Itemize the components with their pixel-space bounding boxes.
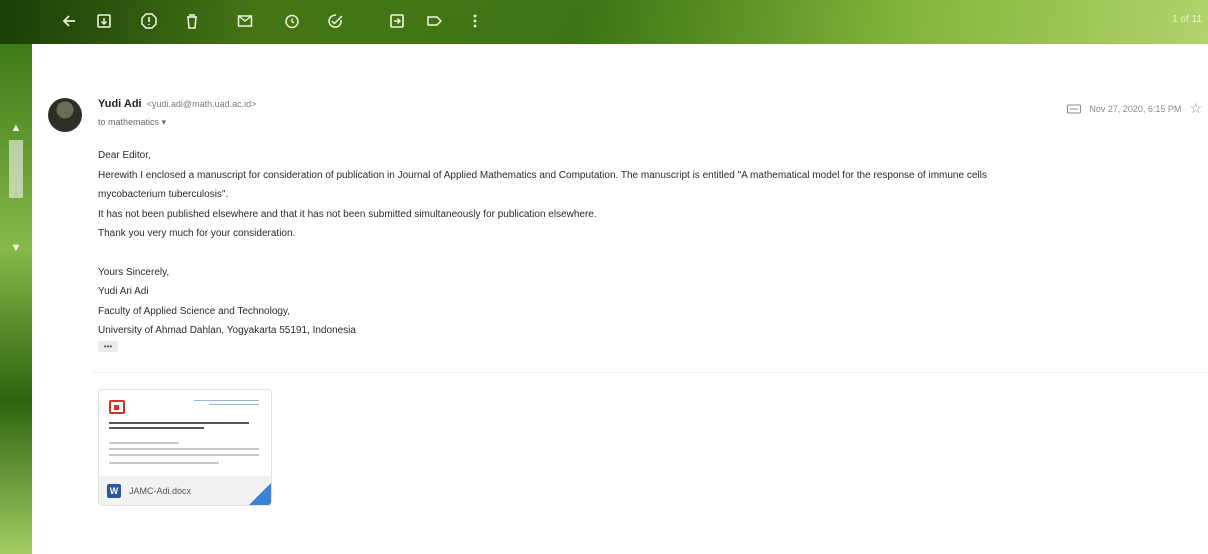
message-meta: Nov 27, 2020, 6:15 PM ☆ bbox=[1067, 100, 1202, 117]
signature-name: Yudi Ari Adi bbox=[98, 286, 149, 297]
labels-icon[interactable] bbox=[425, 12, 443, 30]
attachment-preview bbox=[99, 390, 271, 476]
back-arrow-icon[interactable] bbox=[60, 12, 78, 30]
body-greeting: Dear Editor, bbox=[98, 150, 151, 161]
body-line: Thank you very much for your considerati… bbox=[98, 228, 296, 239]
scroll-down-icon[interactable]: ▼ bbox=[8, 240, 24, 256]
add-task-icon[interactable] bbox=[326, 12, 344, 30]
signature-university: University of Ahmad Dahlan, Yogyakarta 5… bbox=[98, 325, 356, 336]
more-options-icon[interactable] bbox=[466, 12, 484, 30]
preview-line bbox=[109, 448, 259, 450]
message-date: Nov 27, 2020, 6:15 PM bbox=[1089, 103, 1182, 114]
attachment-filename: JAMC-Adi.docx bbox=[129, 486, 192, 496]
body-line: Herewith I enclosed a manuscript for con… bbox=[98, 169, 987, 181]
sender-line: Yudi Adi <yudi.adi@math.uad.ac.id> bbox=[98, 98, 256, 110]
message-body: Dear Editor, Herewith I enclosed a manus… bbox=[98, 146, 1208, 341]
archive-icon[interactable] bbox=[95, 12, 113, 30]
report-spam-icon[interactable] bbox=[140, 12, 158, 30]
recipient-details[interactable]: to mathematics ▾ bbox=[98, 117, 166, 128]
preview-line bbox=[109, 462, 219, 464]
preview-line bbox=[209, 404, 259, 405]
preview-line bbox=[109, 454, 259, 456]
journal-logo-icon bbox=[109, 400, 125, 414]
body-closing: Yours Sincerely, bbox=[98, 266, 170, 278]
left-side-panel: ▲ ▼ bbox=[0, 44, 32, 554]
star-icon[interactable]: ☆ bbox=[1189, 100, 1202, 117]
sender-name[interactable]: Yudi Adi bbox=[98, 98, 142, 110]
attachment-card[interactable]: W JAMC-Adi.docx bbox=[98, 389, 272, 506]
message-pane: Yudi Adi <yudi.adi@math.uad.ac.id> to ma… bbox=[32, 44, 1208, 554]
snooze-icon[interactable] bbox=[283, 12, 301, 30]
scroll-up-icon[interactable]: ▲ bbox=[8, 120, 24, 136]
scrollbar-thumb[interactable] bbox=[9, 140, 23, 198]
delete-icon[interactable] bbox=[183, 12, 201, 30]
sender-email: <yudi.adi@math.uad.ac.id> bbox=[146, 99, 257, 109]
preview-line bbox=[194, 400, 259, 401]
pager-count: 1 of 11 bbox=[1172, 14, 1202, 25]
word-document-icon: W bbox=[107, 484, 121, 498]
divider bbox=[92, 372, 1208, 373]
preview-line bbox=[109, 442, 179, 444]
body-line: It has not been published elsewhere and … bbox=[98, 208, 597, 220]
show-trimmed-content-button[interactable]: ••• bbox=[98, 341, 118, 352]
attachment-label-icon bbox=[1067, 104, 1082, 114]
preview-title-line bbox=[109, 422, 249, 424]
preview-title-line bbox=[109, 427, 204, 429]
mark-unread-icon[interactable] bbox=[236, 12, 254, 30]
signature-faculty: Faculty of Applied Science and Technolog… bbox=[98, 305, 290, 317]
avatar[interactable] bbox=[48, 98, 82, 132]
attachment-footer: W JAMC-Adi.docx bbox=[99, 476, 271, 505]
toolbar: 1 of 11 bbox=[0, 0, 1208, 44]
body-line: mycobacterium tuberculosis". bbox=[98, 189, 229, 200]
attachment-corner-icon bbox=[249, 483, 271, 505]
move-to-icon[interactable] bbox=[388, 12, 406, 30]
